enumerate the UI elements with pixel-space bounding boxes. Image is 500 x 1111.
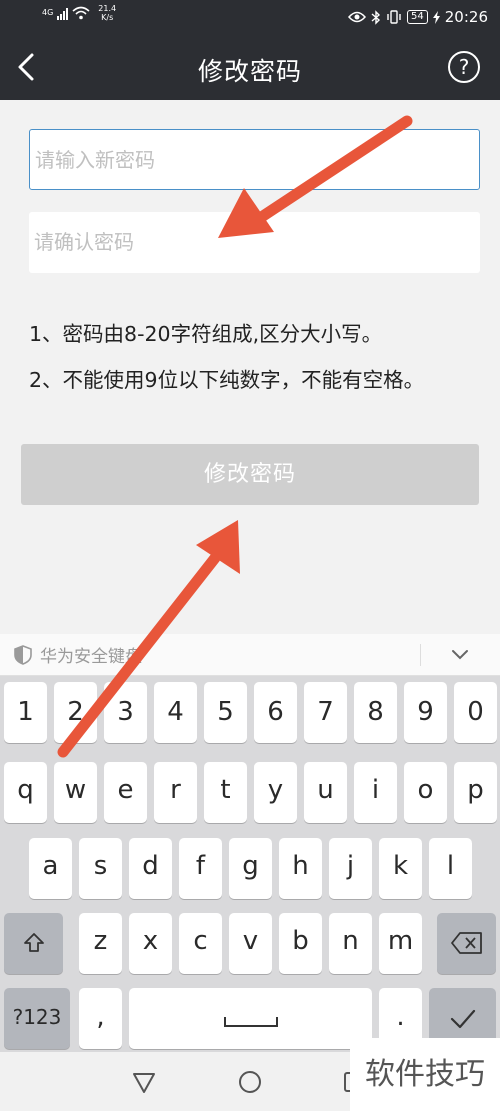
key-b[interactable]: b	[279, 913, 322, 974]
bluetooth-icon	[371, 9, 381, 25]
key-w[interactable]: w	[54, 762, 97, 823]
key-0[interactable]: 0	[454, 682, 497, 743]
key-j[interactable]: j	[329, 838, 372, 899]
clock: 20:26	[444, 8, 488, 26]
status-left: 4G 21.4 K/s	[42, 4, 116, 22]
comma-key[interactable]: ,	[79, 988, 122, 1049]
keyboard: 1 2 3 4 5 6 7 8 9 0 q w e r t y u i o p …	[0, 676, 500, 1052]
eye-icon	[348, 11, 367, 23]
key-q[interactable]: q	[4, 762, 47, 823]
key-7[interactable]: 7	[304, 682, 347, 743]
key-z[interactable]: z	[79, 913, 122, 974]
key-a[interactable]: a	[29, 838, 72, 899]
symbol-mode-key[interactable]: ?123	[4, 988, 70, 1049]
key-4[interactable]: 4	[154, 682, 197, 743]
wifi-icon	[72, 6, 90, 20]
network-type-label: 4G	[42, 8, 54, 17]
key-t[interactable]: t	[204, 762, 247, 823]
keyboard-header: 华为安全键盘	[0, 634, 500, 676]
key-u[interactable]: u	[304, 762, 347, 823]
space-icon	[223, 1017, 278, 1027]
watermark: 软件技巧	[350, 1038, 500, 1111]
shift-icon	[23, 933, 44, 952]
key-i[interactable]: i	[354, 762, 397, 823]
key-e[interactable]: e	[104, 762, 147, 823]
title-bar: 修改密码 ?	[0, 35, 500, 100]
status-right: 54 20:26	[348, 8, 488, 26]
backspace-key[interactable]	[437, 913, 496, 974]
new-password-input[interactable]: 请输入新密码	[29, 129, 480, 190]
key-2[interactable]: 2	[54, 682, 97, 743]
key-f[interactable]: f	[179, 838, 222, 899]
key-c[interactable]: c	[179, 913, 222, 974]
key-3[interactable]: 3	[104, 682, 147, 743]
key-o[interactable]: o	[404, 762, 447, 823]
status-bar: 4G 21.4 K/s 54 20:26	[0, 0, 500, 35]
password-rule-2: 2、不能使用9位以下纯数字，不能有空格。	[29, 368, 425, 392]
divider	[420, 644, 421, 666]
checkmark-icon	[450, 1009, 475, 1029]
speed-value: 21.4	[98, 4, 117, 13]
help-icon[interactable]: ?	[448, 51, 480, 83]
keyboard-brand-label: 华为安全键盘	[40, 647, 142, 667]
page-title: 修改密码	[197, 57, 302, 86]
key-p[interactable]: p	[454, 762, 497, 823]
key-r[interactable]: r	[154, 762, 197, 823]
battery-level: 54	[407, 10, 428, 24]
key-8[interactable]: 8	[354, 682, 397, 743]
key-m[interactable]: m	[379, 913, 422, 974]
key-n[interactable]: n	[329, 913, 372, 974]
submit-button[interactable]: 修改密码	[21, 444, 479, 505]
home-circle-icon[interactable]	[236, 1068, 264, 1096]
speed-unit: K/s	[101, 13, 114, 22]
key-g[interactable]: g	[229, 838, 272, 899]
key-9[interactable]: 9	[404, 682, 447, 743]
key-l[interactable]: l	[429, 838, 472, 899]
key-5[interactable]: 5	[204, 682, 247, 743]
key-h[interactable]: h	[279, 838, 322, 899]
signal-icon	[57, 7, 69, 20]
network-type: 4G	[42, 9, 53, 17]
vibrate-icon	[387, 10, 401, 24]
charging-icon	[432, 10, 440, 24]
keyboard-brand: 华为安全键盘	[14, 642, 142, 667]
key-k[interactable]: k	[379, 838, 422, 899]
back-triangle-icon[interactable]	[130, 1068, 158, 1096]
chevron-down-icon[interactable]	[445, 641, 475, 669]
shift-key[interactable]	[4, 913, 63, 974]
space-key[interactable]	[129, 988, 372, 1049]
key-d[interactable]: d	[129, 838, 172, 899]
shield-icon	[14, 644, 32, 665]
key-v[interactable]: v	[229, 913, 272, 974]
key-1[interactable]: 1	[4, 682, 47, 743]
password-rule-1: 1、密码由8-20字符组成,区分大小写。	[29, 322, 383, 346]
key-y[interactable]: y	[254, 762, 297, 823]
confirm-password-input[interactable]: 请确认密码	[29, 212, 480, 273]
key-6[interactable]: 6	[254, 682, 297, 743]
backspace-icon	[450, 932, 482, 954]
network-speed: 21.4 K/s	[98, 4, 116, 22]
key-s[interactable]: s	[79, 838, 122, 899]
key-x[interactable]: x	[129, 913, 172, 974]
